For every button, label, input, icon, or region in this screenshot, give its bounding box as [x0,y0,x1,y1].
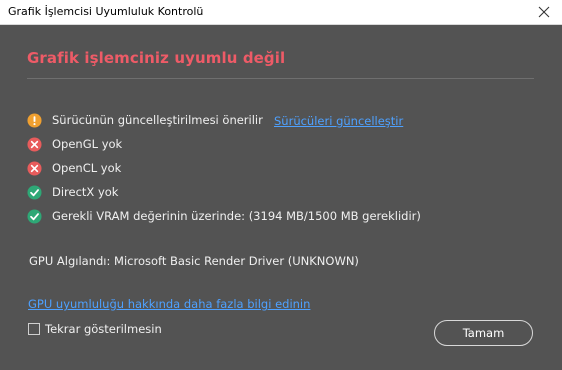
title-bar: Grafik İşlemcisi Uyumluluk Kontrolü [0,0,562,25]
check-icon [27,208,42,224]
check-item-vram: Gerekli VRAM değerinin üzerinde: (3194 M… [27,208,421,224]
check-label: DirectX yok [52,185,119,199]
window-title: Grafik İşlemcisi Uyumluluk Kontrolü [8,5,204,18]
close-icon [538,6,550,18]
warning-icon [27,112,42,128]
error-icon [27,136,42,152]
error-icon [27,160,42,176]
check-label: OpenCL yok [52,161,122,175]
dialog-heading: Grafik işlemciniz uyumlu değil [27,49,286,67]
check-item-opencl: OpenCL yok [27,160,121,176]
heading-divider [27,78,534,79]
check-label: OpenGL yok [52,137,123,151]
check-icon [27,184,42,200]
dont-show-again-option[interactable]: Tekrar gösterilmesin [28,321,162,337]
ok-button[interactable]: Tamam [434,320,533,346]
check-item-driver-update: Sürücünün güncelleştirilmesi önerilir [27,112,263,128]
more-info-link[interactable]: GPU uyumluluğu hakkında daha fazla bilgi… [28,296,310,312]
dialog-window: Grafik İşlemcisi Uyumluluk Kontrolü Graf… [0,0,562,370]
check-label: Sürücünün güncelleştirilmesi önerilir [52,113,263,127]
dont-show-again-checkbox[interactable] [28,323,40,335]
gpu-detected-text: GPU Algılandı: Microsoft Basic Render Dr… [29,254,359,268]
check-item-directx: DirectX yok [27,184,118,200]
update-drivers-link[interactable]: Sürücüleri güncelleştir [274,113,403,129]
check-label: Gerekli VRAM değerinin üzerinde: (3194 M… [52,209,421,223]
check-item-opengl: OpenGL yok [27,136,122,152]
close-button[interactable] [526,0,562,24]
dont-show-again-label: Tekrar gösterilmesin [45,322,162,336]
